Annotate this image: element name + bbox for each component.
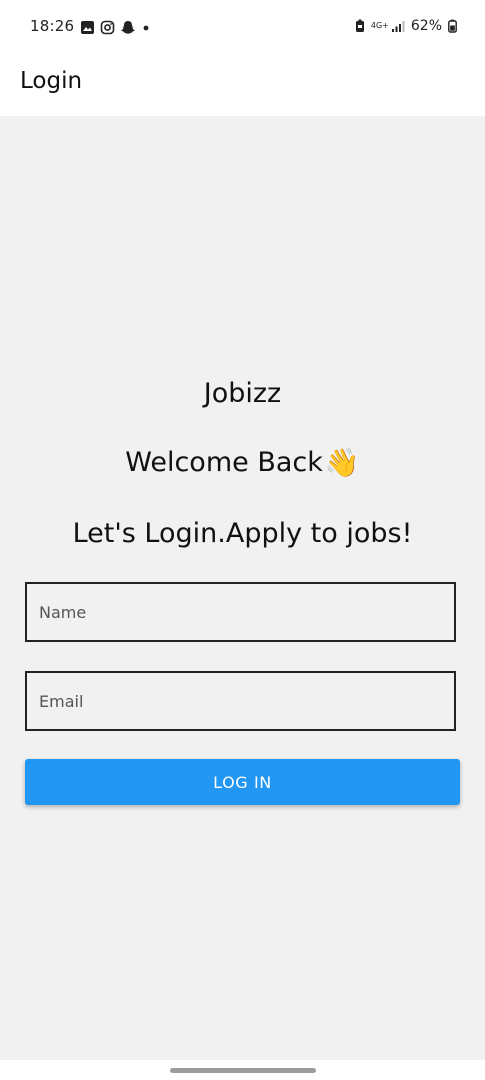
email-input[interactable] [27, 673, 454, 729]
instagram-icon [100, 20, 115, 34]
login-button[interactable]: LOG IN [25, 759, 460, 805]
status-left-icons [80, 18, 151, 36]
gallery-icon [81, 20, 94, 34]
welcome-text: Welcome Back [125, 447, 323, 478]
login-content: Jobizz Welcome Back 👋 Let's Login.Apply … [0, 116, 485, 1060]
status-bar: 18:26 4G+ 62% [0, 0, 485, 54]
battery-icon [448, 19, 457, 33]
battery-saver-icon [355, 19, 364, 32]
battery-percent: 62% [410, 18, 442, 34]
app-bar: Login [0, 54, 485, 116]
signal-icon [391, 21, 405, 32]
welcome-heading: Welcome Back 👋 [0, 447, 485, 478]
4g-icon: 4G+ [370, 21, 389, 30]
home-indicator[interactable] [170, 1068, 316, 1073]
status-right: 4G+ 62% [355, 16, 457, 36]
status-time: 18:26 [30, 17, 75, 35]
app-name: Jobizz [203, 378, 282, 409]
tagline: Let's Login.Apply to jobs! [72, 518, 413, 549]
email-field[interactable] [25, 671, 456, 731]
waving-hand-icon: 👋 [324, 445, 360, 479]
navigation-bar [0, 1060, 485, 1080]
name-field[interactable] [25, 582, 456, 642]
page-title: Login [20, 68, 83, 94]
notification-dot-icon [143, 25, 149, 30]
snapchat-icon [121, 20, 135, 34]
name-input[interactable] [27, 584, 454, 640]
